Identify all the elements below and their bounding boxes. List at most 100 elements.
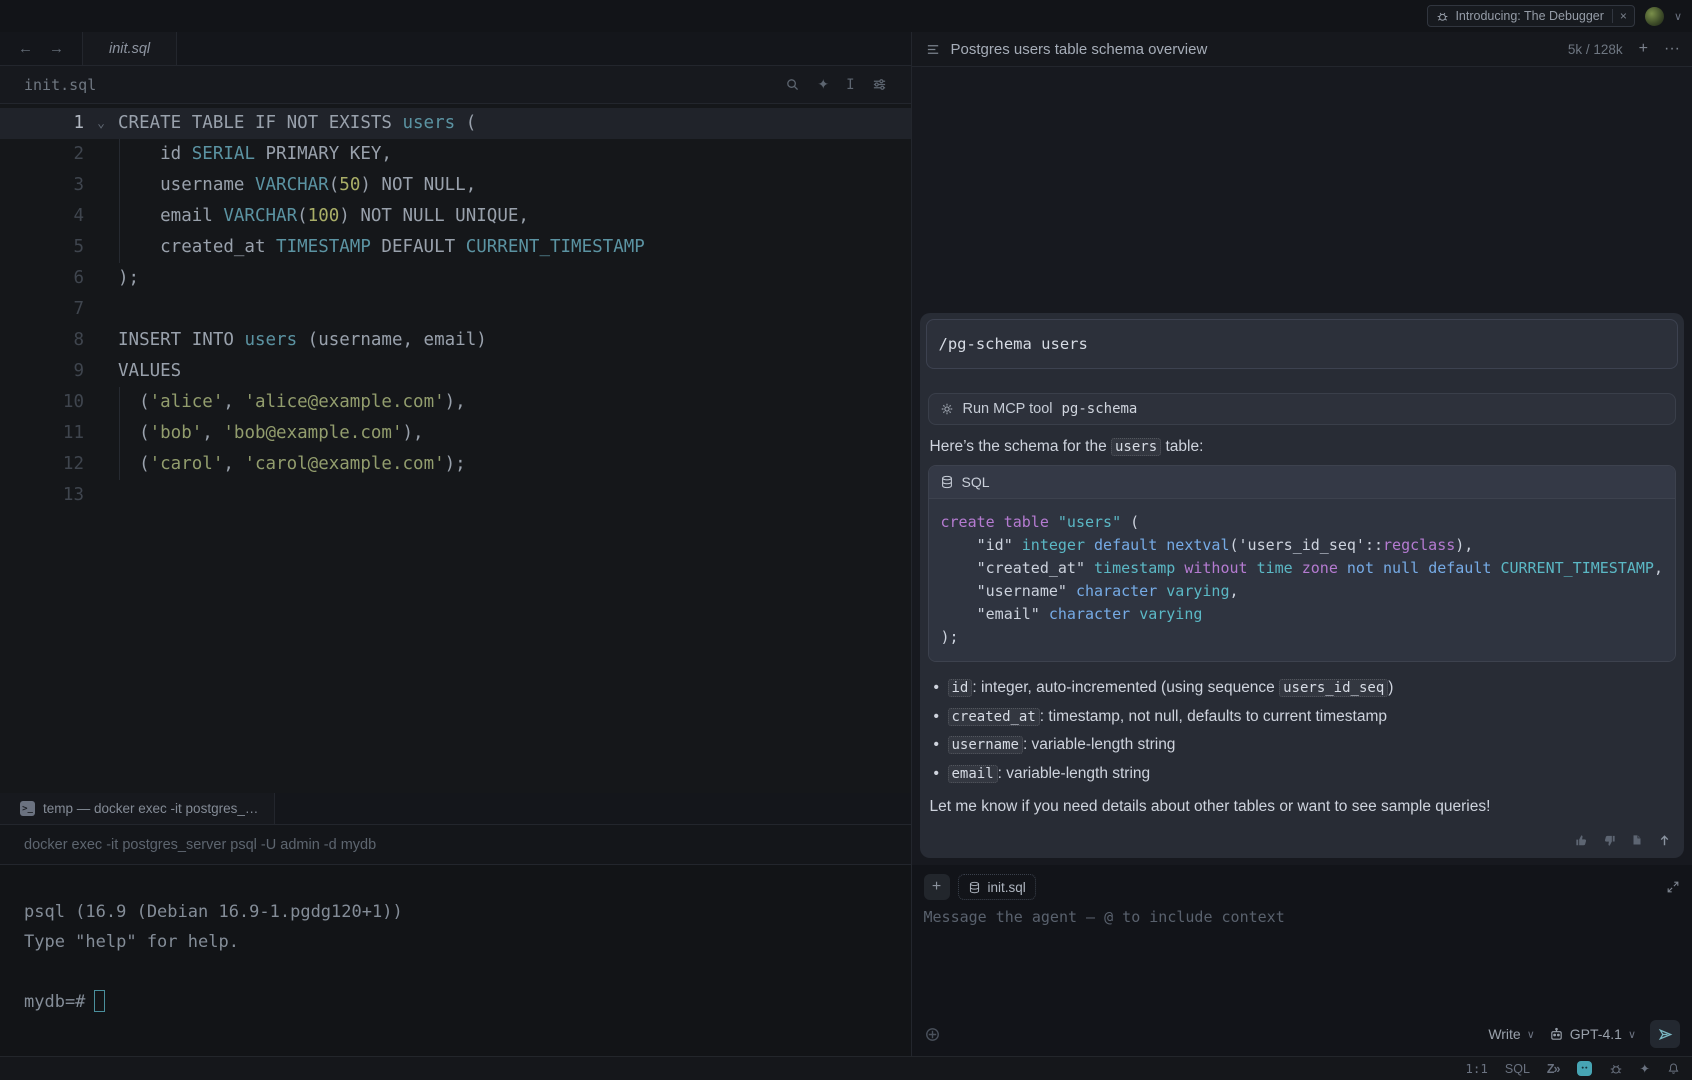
text-segment: varying (1166, 582, 1229, 600)
tool-call-chip[interactable]: Run MCP tool pg-schema (928, 393, 1677, 425)
copy-message-icon[interactable] (1630, 834, 1644, 848)
code-editor[interactable]: 1⌄CREATE TABLE IF NOT EXISTS users (2 id… (0, 104, 911, 793)
editor-line[interactable]: 9VALUES (0, 356, 911, 387)
text-segment: DEFAULT (371, 237, 466, 257)
code-block-body[interactable]: create table "users" ( "id" integer defa… (929, 499, 1676, 661)
fold-gutter (84, 356, 118, 387)
editor-line[interactable]: 5 created_at TIMESTAMP DEFAULT CURRENT_T… (0, 232, 911, 263)
code-line-text: ('alice', 'alice@example.com'), (118, 387, 466, 418)
editor-line[interactable]: 4 email VARCHAR(100) NOT NULL UNIQUE, (0, 201, 911, 232)
inline-assist-icon[interactable]: ✦ (817, 76, 829, 93)
editor-line[interactable]: 6); (0, 263, 911, 294)
editor-line[interactable]: 2 id SERIAL PRIMARY KEY, (0, 139, 911, 170)
add-context-button[interactable]: + (924, 874, 950, 900)
editor-settings-icon[interactable] (872, 77, 887, 92)
text-segment: integer (1022, 536, 1085, 554)
text-segment: : timestamp, not null, defaults to curre… (1040, 708, 1387, 725)
search-icon[interactable] (785, 77, 800, 92)
text-cursor-icon[interactable]: I (846, 77, 854, 93)
editor-line[interactable]: 7 (0, 294, 911, 325)
code-block-header[interactable]: SQL (929, 466, 1676, 499)
text-segment: 'carol' (150, 454, 224, 474)
terminal-tab[interactable]: >_ temp — docker exec -it postgres_… (0, 793, 275, 824)
text-segment: , (223, 454, 244, 474)
new-thread-button[interactable]: + (1639, 41, 1648, 57)
text-segment (1248, 559, 1257, 577)
nav-forward-button[interactable]: → (49, 40, 64, 57)
burn-mode-icon[interactable] (924, 1026, 941, 1043)
text-segment: ( (1121, 513, 1139, 531)
text-segment: created_at (118, 237, 276, 257)
zed-channel-icon[interactable]: Z» (1547, 1062, 1560, 1076)
text-segment: , (1654, 559, 1663, 577)
fold-gutter (84, 139, 118, 170)
tab-init-sql[interactable]: init.sql (83, 32, 177, 65)
line-number: 7 (0, 294, 84, 325)
agent-panel: Postgres users table schema overview 5k … (912, 32, 1692, 1056)
thumbs-up-icon[interactable] (1574, 833, 1589, 848)
code-line-text: ); (118, 263, 139, 294)
editor-line[interactable]: 13 (0, 480, 911, 511)
terminal-output[interactable]: psql (16.9 (Debian 16.9-1.pgdg120+1)) Ty… (0, 865, 911, 1056)
editor-line[interactable]: 8INSERT INTO users (username, email) (0, 325, 911, 356)
text-segment: nextval (1166, 536, 1229, 554)
text-segment: not (1347, 559, 1374, 577)
text-segment: regclass (1383, 536, 1455, 554)
nav-back-button[interactable]: ← (18, 40, 33, 57)
thread-list-icon[interactable] (926, 42, 941, 57)
text-segment: , (202, 423, 223, 443)
fold-gutter (84, 418, 118, 449)
expand-composer-icon[interactable] (1666, 880, 1680, 894)
editor-line[interactable]: 10 ('alice', 'alice@example.com'), (0, 387, 911, 418)
editor-line[interactable]: 11 ('bob', 'bob@example.com'), (0, 418, 911, 449)
scroll-to-top-icon[interactable] (1657, 833, 1672, 848)
debugger-announcement-badge[interactable]: Introducing: The Debugger × (1427, 5, 1635, 27)
text-segment: table: (1161, 438, 1203, 455)
text-segment (1419, 559, 1428, 577)
text-segment: "created_at" (941, 559, 1095, 577)
close-icon[interactable]: × (1612, 9, 1634, 23)
sql-code-block: SQL create table "users" ( "id" integer … (928, 465, 1677, 662)
chevron-down-icon[interactable]: ∨ (1674, 10, 1682, 23)
text-segment: 100 (308, 206, 340, 226)
context-chip-init-sql[interactable]: init.sql (958, 874, 1036, 900)
thumbs-down-icon[interactable] (1602, 833, 1617, 848)
send-button[interactable] (1650, 1020, 1680, 1048)
editor-line[interactable]: 12 ('carol', 'carol@example.com'); (0, 449, 911, 480)
user-message[interactable]: /pg-schema users (926, 319, 1679, 369)
cursor-position[interactable]: 1:1 (1465, 1061, 1488, 1076)
breadcrumb[interactable]: init.sql (24, 76, 96, 94)
text-segment: : variable-length string (1023, 736, 1176, 753)
editor-line[interactable]: 3 username VARCHAR(50) NOT NULL, (0, 170, 911, 201)
user-message-text: /pg-schema users (939, 335, 1088, 353)
text-segment: 'carol@example.com' (244, 454, 444, 474)
text-segment: character (1049, 605, 1130, 623)
text-segment: 'bob@example.com' (223, 423, 402, 443)
notification-bell-icon[interactable] (1667, 1062, 1680, 1075)
editor-line[interactable]: 1⌄CREATE TABLE IF NOT EXISTS users ( (0, 108, 911, 139)
line-number: 8 (0, 325, 84, 356)
mode-selector[interactable]: Write ∨ (1488, 1026, 1534, 1042)
assistant-sparkle-icon[interactable]: ✦ (1640, 1061, 1650, 1076)
terminal-output-line: Type "help" for help. (24, 927, 911, 957)
assistant-outro-text: Let me know if you need details about ot… (926, 795, 1679, 819)
editor-pane: ← → init.sql init.sql ✦ I (0, 32, 912, 1056)
text-segment: ) (1388, 679, 1393, 696)
code-line-text: VALUES (118, 356, 181, 387)
copilot-icon[interactable] (1577, 1061, 1592, 1076)
fold-gutter (84, 170, 118, 201)
more-menu-button[interactable]: ··· (1664, 41, 1680, 57)
model-selector[interactable]: GPT-4.1 ∨ (1549, 1026, 1636, 1042)
fold-chevron-icon[interactable]: ⌄ (84, 108, 118, 139)
thread-empty-space (912, 67, 1692, 313)
fold-gutter (84, 232, 118, 263)
thread: /pg-schema users Run MCP tool pg-schema … (912, 67, 1692, 1056)
avatar[interactable] (1645, 7, 1664, 26)
language-indicator[interactable]: SQL (1505, 1062, 1530, 1076)
debugger-icon[interactable] (1609, 1062, 1623, 1076)
bullet-dot: • (934, 674, 939, 703)
schema-bullet: •email: variable-length string (930, 760, 1675, 789)
code-line-text: username VARCHAR(50) NOT NULL, (118, 170, 476, 201)
message-input[interactable] (924, 908, 1681, 1020)
fold-gutter (84, 387, 118, 418)
